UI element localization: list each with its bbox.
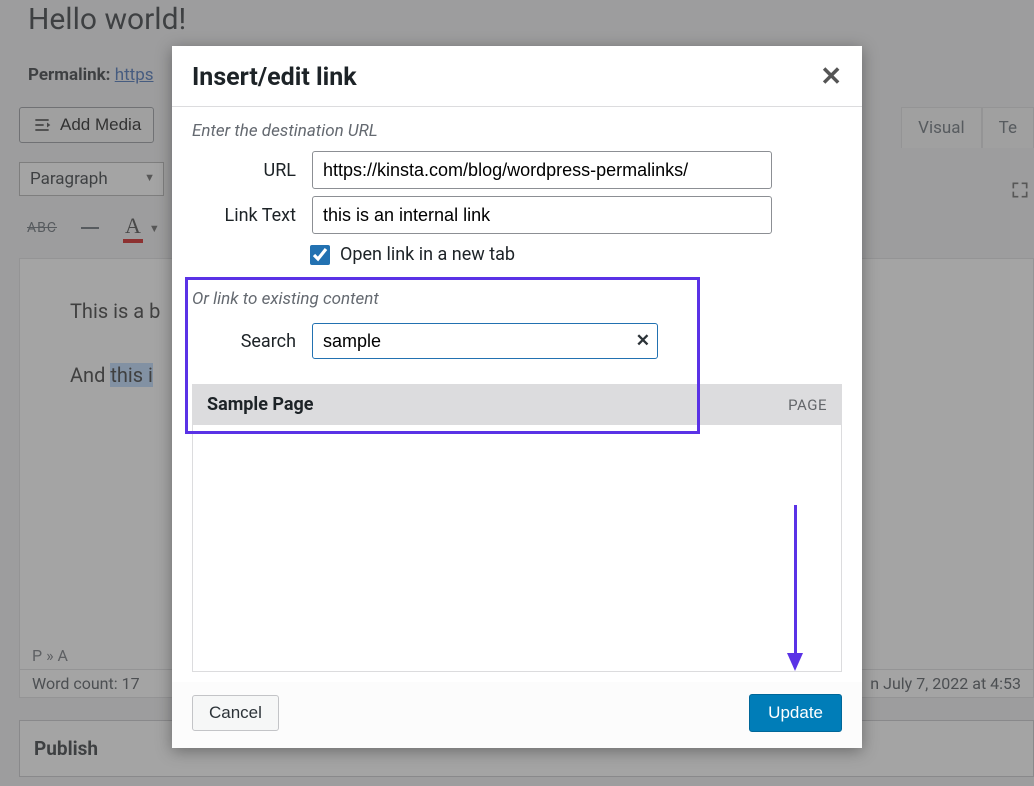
newtab-checkbox[interactable] [310,245,330,265]
result-title: Sample Page [207,394,314,415]
existing-content-section: Or link to existing content Search ✕ Sam… [192,289,842,672]
modal-body: Enter the destination URL URL Link Text … [172,107,862,682]
destination-url-heading: Enter the destination URL [192,121,842,141]
result-type: PAGE [788,396,827,414]
existing-content-heading: Or link to existing content [192,289,842,309]
cancel-button[interactable]: Cancel [192,695,279,731]
modal-footer: Cancel Update [172,682,862,748]
update-button[interactable]: Update [749,694,842,732]
clear-search-icon[interactable]: ✕ [636,331,650,351]
search-label: Search [192,331,302,352]
search-input[interactable] [312,323,658,359]
linktext-label: Link Text [192,205,302,226]
search-results-list: Sample Page PAGE [192,384,842,672]
linktext-row: Link Text [192,196,842,234]
newtab-row: Open link in a new tab [310,244,842,265]
insert-link-modal: Insert/edit link ✕ Enter the destination… [172,46,862,748]
newtab-label: Open link in a new tab [340,244,515,265]
url-row: URL [192,151,842,189]
url-input[interactable] [312,151,772,189]
close-icon[interactable]: ✕ [820,62,842,92]
search-result-item[interactable]: Sample Page PAGE [193,384,841,425]
modal-title: Insert/edit link [192,63,357,92]
linktext-input[interactable] [312,196,772,234]
url-label: URL [192,160,302,181]
search-row: Search ✕ [192,323,842,359]
modal-header: Insert/edit link ✕ [172,46,862,107]
